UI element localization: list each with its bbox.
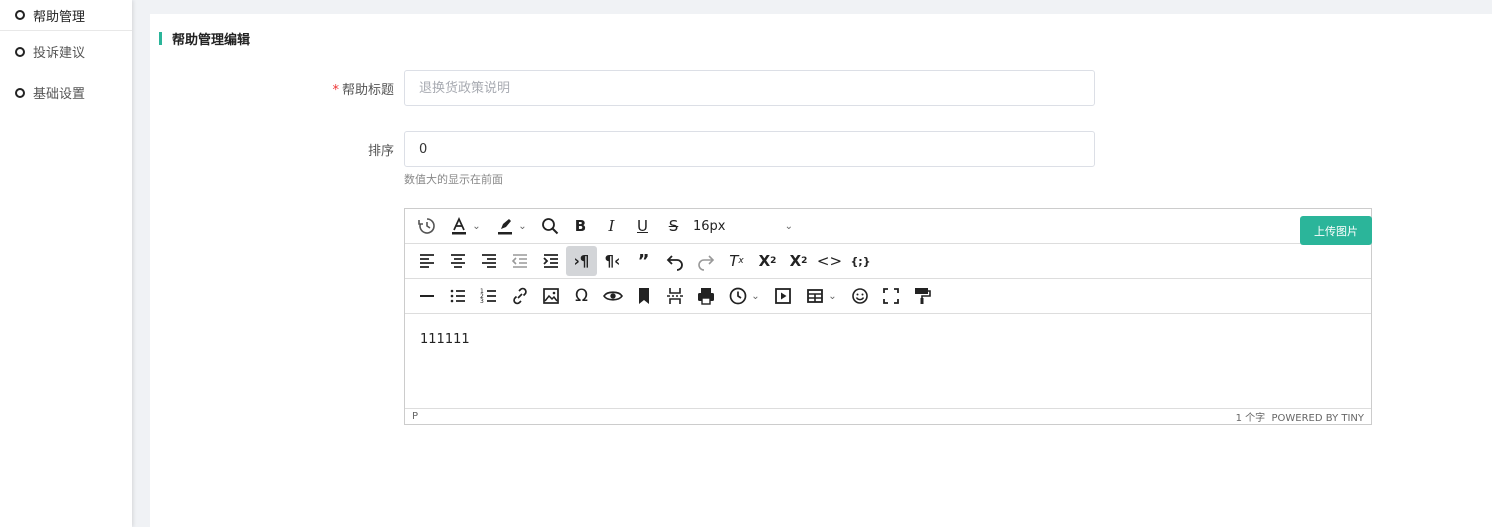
rich-text-editor: ⌄ ⌄ B I U S 16px ⌄ 上传图片 ›¶ ¶‹ ” T x X 2 … [404, 208, 1372, 425]
indent-icon[interactable] [535, 246, 566, 276]
bullet-list-icon[interactable] [442, 281, 473, 311]
bookmark-icon[interactable] [628, 281, 659, 311]
circle-icon [15, 87, 25, 98]
bold-icon[interactable]: B [565, 211, 596, 241]
image-icon[interactable] [535, 281, 566, 311]
chevron-down-icon: ⌄ [472, 220, 481, 232]
sidebar: 帮助管理 投诉建议 基础设置 [0, 0, 132, 527]
sort-input[interactable] [404, 131, 1095, 167]
code-sample-icon[interactable]: {;} [845, 246, 876, 276]
editor-status-bar: P 1 个字 POWERED BY TINY [405, 408, 1371, 424]
svg-text:3: 3 [480, 298, 484, 305]
title-label: * 帮助标题 [332, 83, 394, 98]
toolbar-row-3: 123 Ω ⌄ ⌄ [405, 279, 1371, 314]
sidebar-item-help-management[interactable]: 帮助管理 [0, 0, 132, 31]
print-icon[interactable] [690, 281, 721, 311]
align-center-icon[interactable] [442, 246, 473, 276]
accent-bar [159, 32, 162, 45]
toolbar-row-2: ›¶ ¶‹ ” Tx X2 X2 <> {;} [405, 244, 1371, 279]
sidebar-item-complaints[interactable]: 投诉建议 [0, 31, 132, 72]
chevron-down-icon: ⌄ [518, 220, 527, 232]
insert-datetime-icon[interactable]: ⌄ [721, 281, 767, 311]
superscript-icon[interactable]: X2 [783, 246, 814, 276]
editor-content[interactable]: 111111 [405, 314, 1371, 408]
sidebar-item-label: 投诉建议 [33, 46, 86, 61]
chevron-down-icon: ⌄ [751, 290, 760, 302]
align-left-icon[interactable] [411, 246, 442, 276]
sidebar-item-label: 基础设置 [33, 87, 86, 102]
title-input[interactable] [404, 70, 1095, 106]
preview-icon[interactable] [597, 281, 628, 311]
media-icon[interactable] [767, 281, 798, 311]
sort-hint: 数值大的显示在前面 [404, 173, 503, 186]
align-right-icon[interactable] [473, 246, 504, 276]
clear-format-icon[interactable]: Tx [721, 246, 752, 276]
rtl-direction-icon[interactable]: ¶‹ [597, 246, 628, 276]
element-path[interactable]: P [412, 411, 418, 422]
status-right: 1 个字 POWERED BY TINY [1236, 409, 1364, 424]
sidebar-item-basic-settings[interactable]: 基础设置 [0, 72, 132, 113]
upload-image-button[interactable]: 上传图片 [1300, 216, 1372, 245]
word-count: 1 个字 [1235, 413, 1266, 424]
undo-icon[interactable] [659, 246, 690, 276]
numbered-list-icon[interactable]: 123 [473, 281, 504, 311]
subscript-icon[interactable]: X2 [752, 246, 783, 276]
font-size-select[interactable]: 16px ⌄ [689, 211, 799, 241]
search-icon[interactable] [534, 211, 565, 241]
outdent-icon[interactable] [504, 246, 535, 276]
text-color-icon[interactable]: ⌄ [442, 211, 488, 241]
link-icon[interactable] [504, 281, 535, 311]
circle-icon [15, 10, 25, 20]
history-icon[interactable] [411, 211, 442, 241]
table-icon[interactable]: ⌄ [798, 281, 844, 311]
chevron-down-icon: ⌄ [828, 290, 837, 302]
fullscreen-icon[interactable] [875, 281, 906, 311]
toolbar-row-1: ⌄ ⌄ B I U S 16px ⌄ 上传图片 [405, 209, 1372, 245]
circle-icon [15, 46, 25, 57]
blockquote-icon[interactable]: ” [628, 246, 659, 276]
powered-by-link[interactable]: POWERED BY TINY [1272, 413, 1365, 424]
main-panel: 帮助管理编辑 *帮助标题 排序 数值大的显示在前面 ⌄ ⌄ B I U [150, 14, 1492, 527]
sort-label: 排序 [367, 144, 394, 159]
section-title-text: 帮助管理编辑 [172, 33, 251, 48]
redo-icon[interactable] [690, 246, 721, 276]
underline-icon[interactable]: U [627, 211, 658, 241]
emoticons-icon[interactable] [844, 281, 875, 311]
ltr-direction-icon[interactable]: ›¶ [566, 246, 597, 276]
font-size-value: 16px [693, 218, 726, 234]
page-break-icon[interactable] [659, 281, 690, 311]
highlight-color-icon[interactable]: ⌄ [488, 211, 534, 241]
format-painter-icon[interactable] [906, 281, 937, 311]
code-icon[interactable]: <> [814, 246, 845, 276]
sidebar-item-label: 帮助管理 [33, 9, 86, 25]
chevron-down-icon: ⌄ [784, 220, 793, 232]
italic-icon[interactable]: I [596, 211, 627, 241]
required-mark: * [332, 83, 339, 98]
section-title: 帮助管理编辑 [159, 32, 251, 48]
horizontal-rule-icon[interactable] [411, 281, 442, 311]
strikethrough-icon[interactable]: S [658, 211, 689, 241]
special-character-icon[interactable]: Ω [566, 281, 597, 311]
